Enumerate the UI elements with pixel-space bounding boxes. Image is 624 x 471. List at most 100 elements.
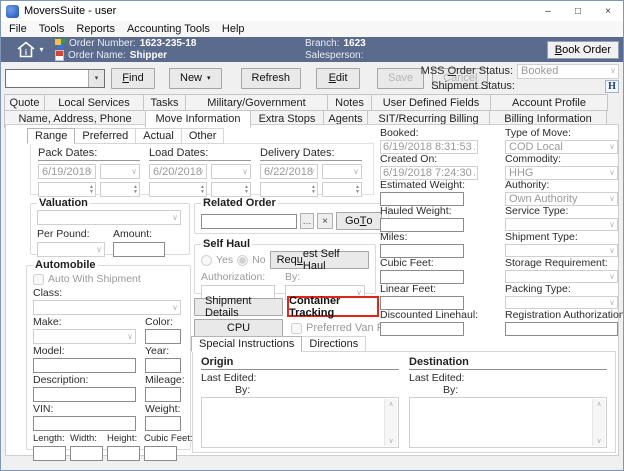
self-haul-group: Self Haul Yes No Request Self Haul Autho… xyxy=(194,238,376,294)
tab-special-instructions[interactable]: Special Instructions xyxy=(191,336,302,352)
booked-input[interactable] xyxy=(380,140,478,154)
delivery-time-spinner[interactable]: ▲▼ xyxy=(260,182,318,197)
pack-time-spinner[interactable]: ▲▼ xyxy=(38,182,96,197)
created-on-input[interactable] xyxy=(380,166,478,180)
packing-type-select[interactable]: ∨ xyxy=(505,296,618,309)
discounted-linehaul-input[interactable] xyxy=(380,322,464,336)
load-date-select[interactable]: 6/20/2018∨ xyxy=(149,164,207,179)
type-of-move-select[interactable]: COD Local∨ xyxy=(505,140,618,154)
tab-move-information[interactable]: Move Information xyxy=(145,110,251,128)
make-select[interactable]: ∨ xyxy=(33,329,136,344)
pack-date-select[interactable]: 6/19/2018∨ xyxy=(38,164,96,179)
minimize-button[interactable]: – xyxy=(533,1,563,21)
request-self-haul-button[interactable]: Request Self Haul xyxy=(270,251,369,269)
service-type-select[interactable]: ∨ xyxy=(505,218,618,231)
tab-quote[interactable]: Quote xyxy=(4,94,45,111)
scroll-up-icon[interactable]: ∧ xyxy=(388,400,393,408)
tab-actual[interactable]: Actual xyxy=(135,128,182,144)
find-button[interactable]: Find xyxy=(111,68,155,89)
self-haul-no-radio[interactable] xyxy=(237,255,248,266)
preferred-van-checkbox[interactable] xyxy=(291,323,302,334)
height-input[interactable] xyxy=(107,446,140,461)
related-order-input[interactable] xyxy=(201,214,297,229)
shipment-type-select[interactable]: ∨ xyxy=(505,244,618,257)
tab-local-services[interactable]: Local Services xyxy=(44,94,144,111)
order-search-input[interactable] xyxy=(6,70,88,87)
scroll-down-icon[interactable]: ∨ xyxy=(596,437,601,445)
combo-dropdown-icon[interactable]: ▾ xyxy=(88,70,104,87)
hauled-weight-input[interactable] xyxy=(380,218,464,232)
menu-accounting-tools[interactable]: Accounting Tools xyxy=(121,22,216,36)
amount-input[interactable] xyxy=(113,242,165,257)
delivery-time-end-spinner[interactable]: ▲▼ xyxy=(322,182,362,197)
shipment-status-history-button[interactable]: H xyxy=(605,80,619,93)
tab-directions[interactable]: Directions xyxy=(301,336,366,352)
self-haul-yes-radio[interactable] xyxy=(201,255,212,266)
load-date-end-select[interactable]: ∨ xyxy=(211,164,251,179)
authority-select[interactable]: Own Authority∨ xyxy=(505,192,618,206)
mss-order-status-select[interactable]: Booked ∨ xyxy=(517,64,619,79)
destination-instructions-textarea[interactable]: ∧∨ xyxy=(409,397,607,448)
order-search-combo[interactable]: ▾ xyxy=(5,69,105,88)
weight-input[interactable] xyxy=(145,416,181,431)
new-button[interactable]: New▾ xyxy=(169,68,222,89)
related-order-browse-button[interactable]: … xyxy=(300,213,314,229)
delivery-date-end-select[interactable]: ∨ xyxy=(322,164,362,179)
miles-input[interactable] xyxy=(380,244,464,258)
class-select[interactable]: ∨ xyxy=(33,300,181,315)
length-input[interactable] xyxy=(33,446,66,461)
tab-tasks[interactable]: Tasks xyxy=(143,94,186,111)
delivery-date-select[interactable]: 6/22/2018∨ xyxy=(260,164,318,179)
tab-user-defined-fields[interactable]: User Defined Fields xyxy=(371,94,491,111)
tab-account-profile[interactable]: Account Profile xyxy=(490,94,608,111)
storage-requirement-select[interactable]: ∨ xyxy=(505,270,618,283)
auto-with-shipment-checkbox[interactable] xyxy=(33,274,44,285)
scrollbar[interactable]: ∧∨ xyxy=(592,399,605,446)
valuation-select[interactable]: ∨ xyxy=(37,210,181,225)
container-tracking-button[interactable]: Container Tracking xyxy=(287,296,379,317)
maximize-button[interactable]: □ xyxy=(563,1,593,21)
registration-authorization-input[interactable] xyxy=(505,322,618,336)
cpu-button[interactable]: CPU xyxy=(194,319,283,337)
go-to-button[interactable]: Go To xyxy=(336,212,382,230)
refresh-button[interactable]: Refresh xyxy=(241,68,302,89)
tab-range[interactable]: Range xyxy=(27,128,75,144)
vin-input[interactable] xyxy=(33,416,136,431)
book-order-button[interactable]: Book Order xyxy=(547,41,619,59)
load-time-end-spinner[interactable]: ▲▼ xyxy=(211,182,251,197)
origin-instructions-textarea[interactable]: ∧∨ xyxy=(201,397,399,448)
estimated-weight-input[interactable] xyxy=(380,192,464,206)
cubic-feet-input[interactable] xyxy=(380,270,464,284)
scrollbar[interactable]: ∧∨ xyxy=(384,399,397,446)
per-pound-select[interactable]: ∨ xyxy=(37,242,105,257)
year-input[interactable] xyxy=(145,358,181,373)
tab-notes[interactable]: Notes xyxy=(327,94,372,111)
menu-help[interactable]: Help xyxy=(216,22,251,36)
menu-tools[interactable]: Tools xyxy=(33,22,71,36)
auto-cubic-feet-input[interactable] xyxy=(144,446,177,461)
menu-file[interactable]: File xyxy=(3,22,33,36)
width-input[interactable] xyxy=(70,446,103,461)
color-input[interactable] xyxy=(145,329,181,344)
related-order-clear-button[interactable]: × xyxy=(317,213,333,229)
commodity-select[interactable]: HHG∨ xyxy=(505,166,618,180)
scroll-down-icon[interactable]: ∨ xyxy=(388,437,393,445)
scroll-up-icon[interactable]: ∧ xyxy=(596,400,601,408)
save-button[interactable]: Save xyxy=(377,68,424,89)
pack-date-end-select[interactable]: ∨ xyxy=(100,164,140,179)
close-button[interactable]: × xyxy=(593,1,623,21)
load-time-spinner[interactable]: ▲▼ xyxy=(149,182,207,197)
linear-feet-input[interactable] xyxy=(380,296,464,310)
order-number-value: 1623-235-18 xyxy=(140,38,197,49)
model-input[interactable] xyxy=(33,358,136,373)
description-input[interactable] xyxy=(33,387,136,402)
edit-button[interactable]: Edit xyxy=(316,68,360,89)
tab-other[interactable]: Other xyxy=(181,128,225,144)
mileage-input[interactable] xyxy=(145,387,181,402)
home-menu-button[interactable]: i ▾ xyxy=(5,41,55,58)
tab-preferred[interactable]: Preferred xyxy=(74,128,136,144)
shipment-details-button[interactable]: Shipment Details xyxy=(194,298,283,316)
menu-reports[interactable]: Reports xyxy=(70,22,121,36)
tab-military-government[interactable]: Military/Government xyxy=(185,94,328,111)
pack-time-end-spinner[interactable]: ▲▼ xyxy=(100,182,140,197)
